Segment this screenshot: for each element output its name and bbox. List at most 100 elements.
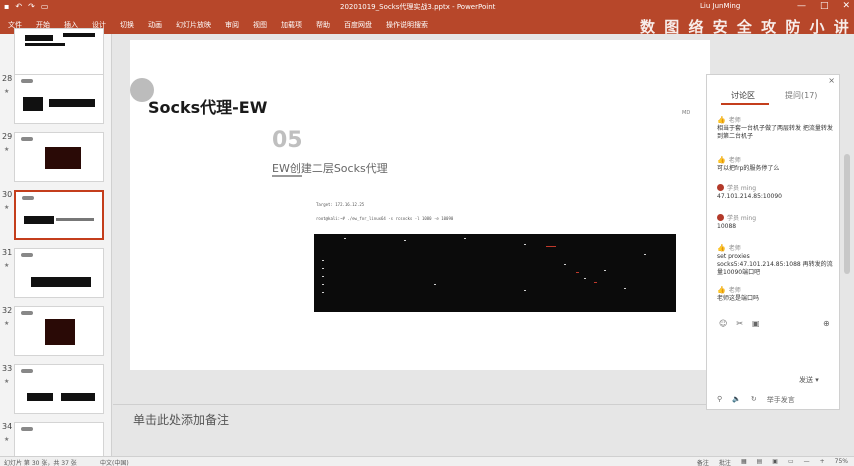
comments-toggle[interactable]: 批注 [719, 458, 731, 466]
redo-icon[interactable]: ↷ [28, 2, 35, 11]
maximize-button[interactable]: □ [820, 1, 829, 11]
tab-help[interactable]: 帮助 [316, 20, 330, 31]
title-bar: ▪ ↶ ↷ ▭ 20201019_Socks代理实战3.pptx - Power… [0, 0, 854, 14]
section-subtitle[interactable]: EW创建二层Socks代理 [272, 160, 388, 176]
thumb-row[interactable]: 29 ★ [0, 130, 112, 188]
status-bar: 幻灯片 第 30 张，共 37 张 中文(中国) 备注 批注 ▦ ▤ ▣ ▭ —… [0, 456, 854, 466]
speaker-icon[interactable]: 🔈 [732, 395, 741, 405]
image-icon[interactable]: ▣ [752, 319, 760, 328]
send-button[interactable]: 发送 ▾ [799, 375, 819, 385]
corner-badge: MD [682, 110, 691, 116]
scissors-icon[interactable]: ✂ [736, 319, 743, 328]
star-icon: ★ [4, 378, 10, 385]
thumb-row[interactable]: 28 ★ [0, 72, 112, 130]
zoom-out-button[interactable]: — [804, 458, 810, 466]
tab-transitions[interactable]: 切换 [120, 20, 134, 31]
scrollbar-thumb[interactable] [844, 154, 850, 274]
tab-addins[interactable]: 加载项 [281, 20, 302, 31]
mic-icon[interactable]: ⚲ [717, 395, 722, 405]
message-body: 可以把frp的服务停了么 [717, 165, 780, 172]
close-icon[interactable]: × [828, 76, 835, 85]
present-icon[interactable]: ▭ [41, 2, 49, 11]
slide-thumbnail[interactable] [14, 74, 104, 124]
slide-thumbnail-pane[interactable]: 28 ★ 29 ★ 30 ★ 31 ★ 32 ★ 33 ★ 34 ★ [0, 28, 112, 466]
slideshow-view-icon[interactable]: ▭ [788, 458, 794, 466]
command-line-1[interactable]: Target: 172.16.12.25 [316, 202, 364, 207]
minimize-button[interactable]: — [797, 1, 806, 11]
star-icon: ★ [4, 262, 10, 269]
tab-animations[interactable]: 动画 [148, 20, 162, 31]
slide-heading[interactable]: Socks代理-EW [148, 94, 267, 118]
chat-message: 学员 ming 47.101.214.85:10090 [717, 183, 835, 201]
tab-review[interactable]: 审阅 [225, 20, 239, 31]
panel-bottom-bar: ⚲ 🔈 ↻ 举手发言 [717, 395, 795, 405]
chat-message: 👍 老师 相当于套一台机子做了两层转发 把流量转发到第二台机子 [717, 115, 835, 141]
vertical-scrollbar[interactable] [840, 74, 854, 410]
avatar [717, 184, 724, 191]
tab-discussion[interactable]: 讨论区 [731, 90, 755, 101]
message-body: 老师这是端口吗 [717, 295, 760, 302]
thumbs-up-icon: 👍 [717, 285, 726, 294]
ribbon-tab-bar: 文件 开始 插入 设计 切换 动画 幻灯片放映 审阅 视图 加载项 帮助 百度网… [0, 14, 854, 36]
sender-name: 学员 ming [727, 215, 757, 222]
status-controls: 备注 批注 ▦ ▤ ▣ ▭ — + 75% [697, 458, 848, 466]
sender-name: 学员 ming [727, 185, 757, 192]
slide-number: 29 [2, 132, 13, 141]
emoji-icon[interactable]: ☺ [719, 319, 727, 328]
chat-message: 👍 老师 set proxies socks5:47.101.214.85:108… [717, 243, 835, 277]
slide-counter: 幻灯片 第 30 张，共 37 张 [4, 460, 77, 466]
tab-baidu[interactable]: 百度网盘 [344, 20, 372, 31]
notes-pane[interactable]: 单击此处添加备注 [113, 404, 706, 456]
chat-message: 学员 ming 10088 [717, 213, 835, 231]
current-slide[interactable]: Socks代理-EW MD 05 EW创建二层Socks代理 Target: 1… [130, 40, 710, 370]
tab-slideshow[interactable]: 幻灯片放映 [176, 20, 211, 31]
section-number[interactable]: 05 [272, 128, 303, 153]
slide-number: 28 [2, 74, 13, 83]
zoom-level[interactable]: 75% [835, 458, 848, 466]
avatar [717, 214, 724, 221]
close-button[interactable]: ✕ [842, 1, 850, 11]
thumb-row[interactable]: 30 ★ [0, 188, 112, 246]
slide-thumbnail[interactable] [14, 28, 104, 78]
chat-message: 👍 老师 可以把frp的服务停了么 [717, 155, 835, 173]
language-indicator[interactable]: 中文(中国) [100, 458, 129, 466]
slide-thumbnail-selected[interactable] [14, 190, 104, 240]
slide-number: 31 [2, 248, 13, 257]
message-body: set proxies socks5:47.101.214.85:1088 再转… [717, 253, 833, 276]
undo-icon[interactable]: ↶ [15, 2, 22, 11]
slide-thumbnail[interactable] [14, 248, 104, 298]
user-name[interactable]: Liu JunMing [700, 2, 740, 10]
notes-placeholder[interactable]: 单击此处添加备注 [133, 411, 229, 428]
thumb-row[interactable]: 32 ★ [0, 304, 112, 362]
discussion-panel[interactable]: × 讨论区 提问(17) 👍 老师 相当于套一台机子做了两层转发 把流量转发到第二… [706, 74, 840, 410]
chat-message: 👍 老师 老师这是端口吗 [717, 285, 835, 303]
tell-me-search[interactable]: 操作说明搜索 [386, 20, 428, 31]
reading-view-icon[interactable]: ▣ [772, 458, 778, 466]
normal-view-icon[interactable]: ▦ [741, 458, 747, 466]
thumbs-up-icon: 👍 [717, 155, 726, 164]
thumb-row[interactable]: 33 ★ [0, 362, 112, 420]
star-icon: ★ [4, 88, 10, 95]
slide-number: 32 [2, 306, 13, 315]
slide-thumbnail[interactable] [14, 364, 104, 414]
chat-toolbar: ☺ ✂ ▣ ⊕ [719, 319, 830, 328]
slide-thumbnail[interactable] [14, 306, 104, 356]
raise-hand-button[interactable]: 举手发言 [767, 395, 795, 405]
slide-number: 34 [2, 422, 13, 431]
save-icon[interactable]: ▪ [4, 2, 9, 11]
refresh-icon[interactable]: ↻ [751, 395, 757, 405]
sorter-view-icon[interactable]: ▤ [757, 458, 763, 466]
slide-thumbnail[interactable] [14, 132, 104, 182]
terminal-screenshot[interactable] [314, 234, 676, 312]
active-tab-indicator [721, 103, 769, 105]
notes-toggle[interactable]: 备注 [697, 458, 709, 466]
zoom-in-button[interactable]: + [820, 458, 825, 466]
tab-view[interactable]: 视图 [253, 20, 267, 31]
command-line-2[interactable]: root@kali:~# ./ew_for_linux64 -s rcsocks… [316, 216, 453, 221]
slide-number: 33 [2, 364, 13, 373]
tab-questions[interactable]: 提问(17) [785, 90, 817, 101]
plus-icon[interactable]: ⊕ [823, 319, 830, 328]
thumb-row[interactable]: 31 ★ [0, 246, 112, 304]
document-title: 20201019_Socks代理实战3.pptx - PowerPoint [340, 3, 496, 11]
sender-name: 老师 [728, 117, 741, 124]
